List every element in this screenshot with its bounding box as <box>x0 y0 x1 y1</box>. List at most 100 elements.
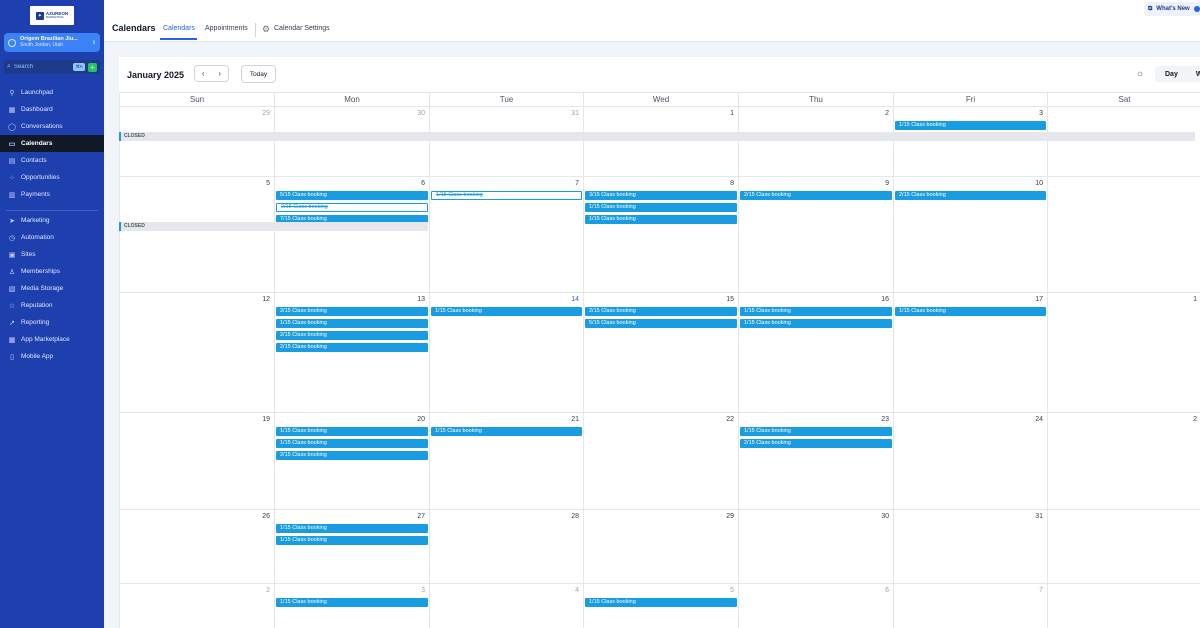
event-chip[interactable]: 2/15 Class booking <box>276 343 428 352</box>
day-cell[interactable]: 2 <box>738 107 893 176</box>
sidebar-item-reporting[interactable]: ↗ Reporting <box>0 314 104 331</box>
day-cell[interactable]: 30 <box>738 510 893 583</box>
day-cell[interactable]: 9 2/15 Class booking <box>738 177 893 292</box>
event-chip[interactable]: 1/15 Class booking <box>740 307 892 316</box>
brand-logo[interactable]: ✦ AZUREON MARKETING <box>30 6 74 25</box>
event-chip[interactable]: 1/15 Class booking <box>276 319 428 328</box>
day-cell[interactable]: 7 <box>893 584 1047 628</box>
search-input[interactable] <box>13 64 71 70</box>
day-cell[interactable]: 8 3/15 Class booking 1/15 Class booking 1/1… <box>583 177 738 292</box>
day-cell[interactable]: 5 1/15 Class booking <box>583 584 738 628</box>
day-cell[interactable]: 21 1/15 Class booking <box>429 413 583 509</box>
day-cell[interactable]: 30 <box>274 107 429 176</box>
day-cell[interactable] <box>1047 107 1200 176</box>
day-cell[interactable]: 10 2/15 Class booking <box>893 177 1047 292</box>
event-chip[interactable]: 1/15 Class booking <box>276 439 428 448</box>
event-chip[interactable]: 2/15 Class booking <box>740 191 892 200</box>
event-chip[interactable]: 3/15 Class booking <box>585 191 737 200</box>
whats-new-button[interactable]: ⧉ What's New <box>1144 2 1200 16</box>
sidebar-item-contacts[interactable]: ▤ Contacts <box>0 152 104 169</box>
day-cell[interactable]: 1 <box>583 107 738 176</box>
event-chip[interactable]: 1/15 Class booking <box>431 307 582 316</box>
location-switcher[interactable]: Origem Brazilian Jiu... South Jordan, Ut… <box>4 33 100 52</box>
view-week-button[interactable]: W <box>1196 71 1200 78</box>
event-chip[interactable]: 2/15 Class booking <box>276 331 428 340</box>
tab-calendars[interactable]: Calendars <box>163 25 195 32</box>
view-day-button[interactable]: Day <box>1165 71 1178 78</box>
sidebar-item-conversations[interactable]: ◯ Conversations <box>0 118 104 135</box>
tab-calendar-settings[interactable]: Calendar Settings <box>274 25 330 32</box>
day-cell[interactable]: 13 2/15 Class booking 1/15 Class booking 2/… <box>274 293 429 412</box>
event-chip[interactable]: 5/15 Class booking <box>276 191 428 200</box>
sidebar-item-media-storage[interactable]: ▧ Media Storage <box>0 280 104 297</box>
closed-banner[interactable]: CLOSED <box>119 132 1195 141</box>
lightbulb-icon[interactable]: ☼ <box>1136 68 1144 78</box>
event-chip[interactable]: 1/15 Class booking <box>276 536 428 545</box>
day-cell[interactable]: 3 1/15 Class booking <box>274 584 429 628</box>
sidebar-item-mobile-app[interactable]: ▯ Mobile App <box>0 348 104 365</box>
today-button[interactable]: Today <box>241 65 276 83</box>
event-chip[interactable]: 1/15 Class booking <box>276 524 428 533</box>
event-chip[interactable]: 1/15 Class booking <box>585 598 737 607</box>
day-cell[interactable] <box>1047 177 1200 292</box>
sidebar-item-memberships[interactable]: ♙ Memberships <box>0 263 104 280</box>
event-chip[interactable]: 2/15 Class booking <box>276 307 428 316</box>
sidebar-item-payments[interactable]: ▥ Payments <box>0 186 104 203</box>
day-cell[interactable] <box>1047 584 1200 628</box>
day-cell[interactable]: 2 <box>119 584 274 628</box>
sidebar-item-calendars[interactable]: ▭ Calendars <box>0 135 104 152</box>
day-cell[interactable]: 14 1/15 Class booking <box>429 293 583 412</box>
day-cell[interactable]: 3 1/15 Class booking <box>893 107 1047 176</box>
day-cell[interactable]: 6 5/15 Class booking 2/15 Class booking 7/1… <box>274 177 429 292</box>
event-chip[interactable]: 1/15 Class booking <box>431 427 582 436</box>
event-chip[interactable]: 1/15 Class booking <box>895 121 1046 130</box>
day-cell[interactable]: 17 1/15 Class booking <box>893 293 1047 412</box>
sidebar-item-marketing[interactable]: ➤ Marketing <box>0 212 104 229</box>
day-cell[interactable]: 23 1/15 Class booking 2/15 Class booking <box>738 413 893 509</box>
event-chip[interactable]: 1/15 Class booking <box>276 598 428 607</box>
event-chip[interactable]: 2/15 Class booking <box>276 203 428 212</box>
event-chip[interactable]: 1/15 Class booking <box>740 319 892 328</box>
event-chip[interactable]: 2/15 Class booking <box>585 307 737 316</box>
event-chip[interactable]: 1/15 Class booking <box>431 191 582 200</box>
sidebar-item-opportunities[interactable]: ⁘ Opportunities <box>0 169 104 186</box>
day-cell[interactable]: 12 <box>119 293 274 412</box>
gear-icon[interactable]: ⚙ <box>262 24 270 35</box>
day-cell[interactable]: 28 <box>429 510 583 583</box>
event-chip[interactable]: 5/15 Class booking <box>585 319 737 328</box>
sidebar-item-sites[interactable]: ▣ Sites <box>0 246 104 263</box>
day-cell[interactable]: 7 1/15 Class booking <box>429 177 583 292</box>
day-cell[interactable]: 31 <box>429 107 583 176</box>
day-cell[interactable] <box>1047 510 1200 583</box>
day-cell[interactable]: 1 <box>1047 293 1200 412</box>
day-cell[interactable]: 15 2/15 Class booking 5/15 Class booking <box>583 293 738 412</box>
day-cell[interactable]: 5 <box>119 177 274 292</box>
chevron-left-icon[interactable]: ‹ <box>195 66 212 81</box>
quick-add-button[interactable]: + <box>88 62 97 72</box>
event-chip[interactable]: 2/15 Class booking <box>276 451 428 460</box>
event-chip[interactable]: 1/15 Class booking <box>895 307 1046 316</box>
sidebar-item-dashboard[interactable]: ▦ Dashboard <box>0 101 104 118</box>
day-cell[interactable]: 20 1/15 Class booking 1/15 Class booking 2/… <box>274 413 429 509</box>
sidebar-item-automation[interactable]: ◷ Automation <box>0 229 104 246</box>
day-cell[interactable]: 26 <box>119 510 274 583</box>
day-cell[interactable]: 29 <box>583 510 738 583</box>
day-cell[interactable]: 27 1/15 Class booking 1/15 Class booking <box>274 510 429 583</box>
closed-banner[interactable]: CLOSED <box>119 222 428 231</box>
event-chip[interactable]: 2/15 Class booking <box>895 191 1046 200</box>
day-cell[interactable]: 16 1/15 Class booking 1/15 Class booking <box>738 293 893 412</box>
day-cell[interactable]: 4 <box>429 584 583 628</box>
day-cell[interactable]: 6 <box>738 584 893 628</box>
sidebar-item-launchpad[interactable]: ⚲ Launchpad <box>0 84 104 101</box>
day-cell[interactable]: 29 <box>119 107 274 176</box>
day-cell[interactable]: 31 <box>893 510 1047 583</box>
day-cell[interactable]: 2 <box>1047 413 1200 509</box>
day-cell[interactable]: 22 <box>583 413 738 509</box>
event-chip[interactable]: 1/15 Class booking <box>276 427 428 436</box>
event-chip[interactable]: 1/15 Class booking <box>740 427 892 436</box>
chevron-right-icon[interactable]: › <box>212 66 229 81</box>
day-cell[interactable]: 24 <box>893 413 1047 509</box>
sidebar-item-reputation[interactable]: ☆ Reputation <box>0 297 104 314</box>
event-chip[interactable]: 1/15 Class booking <box>585 215 737 224</box>
event-chip[interactable]: 2/15 Class booking <box>740 439 892 448</box>
